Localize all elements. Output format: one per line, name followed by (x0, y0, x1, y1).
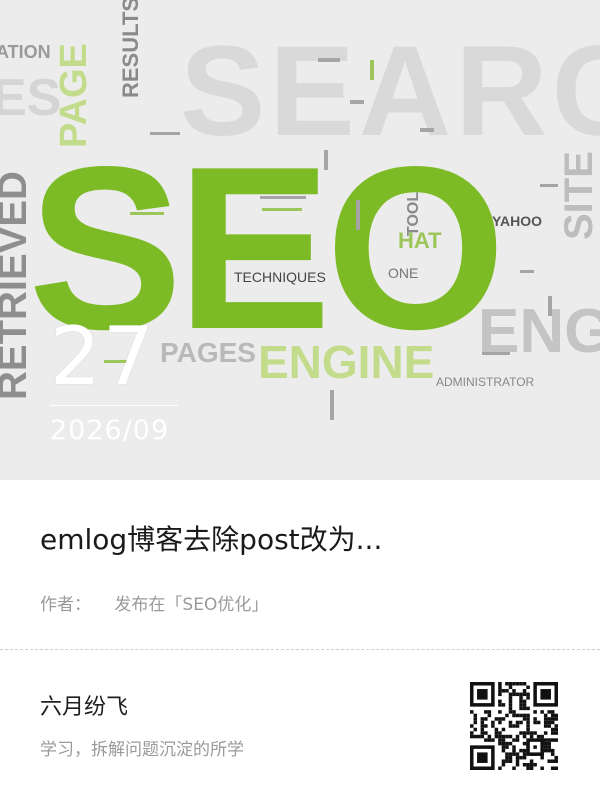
qr-code-graphic (470, 682, 558, 770)
ation-word: ATION (0, 42, 51, 62)
one-word: ONE (388, 265, 418, 281)
engine-word: ENGINE (258, 336, 434, 388)
site-word: SITE (557, 151, 600, 240)
administrator-word: ADMINISTRATOR (436, 375, 535, 389)
dashed-divider (0, 649, 600, 650)
category-text[interactable]: 发布在「SEO优化」 (114, 592, 268, 618)
author-label: 作者： (40, 595, 91, 615)
article-title[interactable]: emlog博客去除post改为... (40, 520, 560, 560)
cover-image: SEARC ENG ATION ES RETRIEVED PAGE RESULT… (0, 0, 600, 480)
qr-code-icon[interactable] (470, 682, 558, 770)
date-day: 27 (50, 310, 156, 403)
site-name: 六月纷飞 (40, 695, 129, 720)
yahoo-word: YAHOO (492, 213, 542, 229)
site-description: 学习，拆解问题沉淀的所学 (40, 740, 244, 760)
results-word: RESULTS (118, 0, 143, 98)
date-divider (50, 405, 178, 406)
techniques-word: TECHNIQUES (234, 269, 326, 285)
date-year-month: 2026/09 (50, 415, 170, 446)
date-block: 27 2026/09 (50, 315, 180, 448)
article-meta: 作者： 发布在「SEO优化」 (40, 592, 268, 618)
hat-word: HAT (398, 228, 442, 253)
